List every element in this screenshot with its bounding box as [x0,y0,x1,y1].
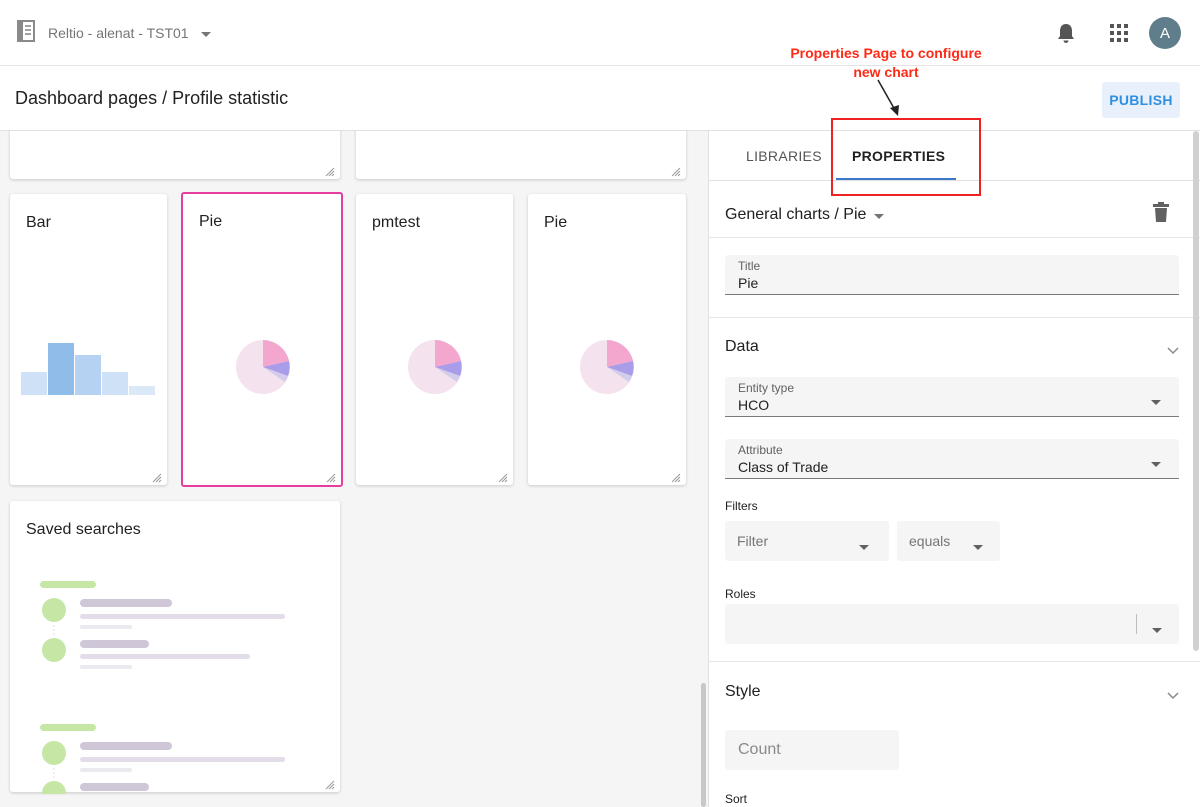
operator-select[interactable]: equals [897,521,1000,561]
entity-type-label: Entity type [738,381,795,395]
roles-label: Roles [725,587,756,601]
filters-label: Filters [725,499,758,513]
resize-handle-icon[interactable] [325,777,335,790]
data-section-title: Data [725,338,759,355]
card-title: pmtest [372,214,421,231]
notifications-bell-icon[interactable] [1051,18,1081,48]
pie-chart-thumbnail [407,339,463,400]
caret-down-icon [973,538,983,556]
resize-handle-icon[interactable] [671,164,681,177]
widget-card-pie[interactable]: Pie [528,194,686,485]
canvas-scrollbar[interactable] [701,683,706,807]
caret-down-icon [874,207,885,225]
saved-searches-thumbnail [38,579,300,805]
annotation-arrow-icon [877,79,899,116]
title-field[interactable]: Title Pie [725,255,1179,295]
widget-card-pmtest[interactable]: pmtest [356,194,513,485]
widget-card-pie-selected[interactable]: Pie [181,192,343,487]
widget-card-partial[interactable] [356,131,686,179]
widget-card-saved-searches[interactable]: Saved searches [10,501,340,805]
caret-down-icon [200,25,211,43]
count-input[interactable]: Count [725,730,899,770]
card-title: Pie [544,214,568,231]
annotation-highlight-box [831,118,981,196]
card-title: Saved searches [26,521,141,538]
title-field-value: Pie [738,275,759,291]
annotation-line-1: Properties Page to configure [790,45,982,61]
apps-grid-icon[interactable] [1104,18,1134,48]
delete-icon[interactable] [1153,202,1173,224]
card-title: Pie [199,213,223,230]
entity-type-select[interactable]: Entity type HCO [725,377,1179,417]
chart-type-selector[interactable]: General charts / Pie [725,205,885,225]
top-bar: Reltio - alenat - TST01 A [0,0,1200,66]
resize-handle-icon[interactable] [498,470,508,483]
count-placeholder: Count [738,741,781,758]
filter-select[interactable]: Filter [725,521,889,561]
style-section-title: Style [725,683,761,700]
entity-type-value: HCO [738,397,770,413]
resize-handle-icon[interactable] [326,470,336,483]
tenant-icon [16,19,36,48]
properties-panel: LIBRARIES PROPERTIES General charts / Pi… [708,131,1200,807]
roles-separator [1136,614,1137,634]
operator-value: equals [909,533,951,549]
pie-chart-thumbnail [235,339,291,400]
resize-handle-icon[interactable] [671,470,681,483]
roles-select[interactable] [725,604,1179,644]
card-title: Bar [26,214,51,231]
resize-handle-icon[interactable] [152,470,162,483]
tenant-selector[interactable]: Reltio - alenat - TST01 [16,19,211,47]
dashboard-canvas: Bar Pie pmtest Pie Saved searches [0,131,708,807]
caret-down-icon [1152,621,1162,639]
user-avatar[interactable]: A [1149,17,1181,49]
publish-button[interactable]: PUBLISH [1102,82,1180,118]
chevron-down-icon[interactable] [1167,687,1179,705]
divider [709,317,1200,318]
caret-down-icon [1151,393,1161,411]
attribute-value: Class of Trade [738,459,829,475]
chevron-down-icon[interactable] [1167,342,1179,360]
sort-label: Sort [725,792,748,806]
tab-libraries[interactable]: LIBRARIES [746,148,822,164]
chart-type-label: General charts / Pie [725,206,867,223]
page-header: Dashboard pages / Profile statistic PUBL… [0,66,1200,131]
caret-down-icon [859,538,869,556]
attribute-select[interactable]: Attribute Class of Trade [725,439,1179,479]
caret-down-icon [1151,455,1161,473]
bar-chart-thumbnail [21,342,157,401]
page-title: Dashboard pages / Profile statistic [15,88,289,108]
attribute-label: Attribute [738,443,783,457]
filter-placeholder: Filter [737,533,769,549]
divider [709,661,1200,662]
pie-chart-thumbnail [579,339,635,400]
panel-scrollbar[interactable] [1193,131,1199,651]
widget-card-bar[interactable]: Bar [10,194,167,485]
tenant-name: Reltio - alenat - TST01 [48,25,189,41]
widget-card-partial[interactable] [10,131,340,179]
title-field-label: Title [738,259,761,273]
resize-handle-icon[interactable] [325,164,335,177]
